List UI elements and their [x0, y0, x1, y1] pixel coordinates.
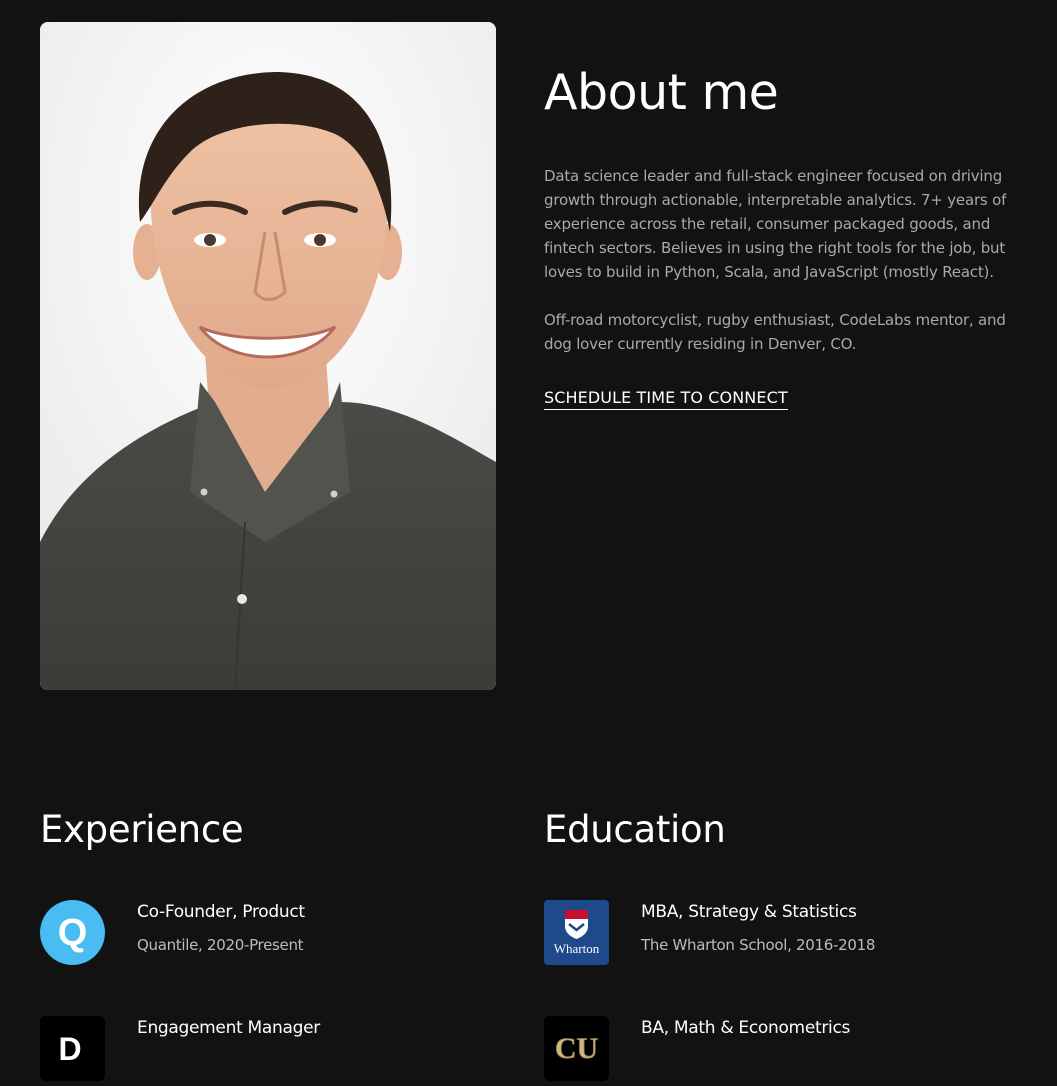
education-item-title: MBA, Strategy & Statistics	[641, 902, 857, 922]
experience-title: Experience	[40, 808, 244, 851]
education-item-subtitle: The Wharton School, 2016-2018	[641, 936, 876, 954]
experience-item-title: Co-Founder, Product	[137, 902, 305, 922]
experience-item-title: Engagement Manager	[137, 1018, 320, 1038]
experience-item-subtitle: Quantile, 2020-Present	[137, 936, 304, 954]
quantile-logo-letter: Q	[58, 912, 88, 954]
experience-item: Q Co-Founder, Product Quantile, 2020-Pre…	[40, 900, 500, 970]
cu-logo-icon: CU	[544, 1016, 609, 1081]
profile-photo	[40, 22, 496, 690]
schedule-connect-link[interactable]: SCHEDULE TIME TO CONNECT	[544, 388, 788, 410]
company-d-logo-letter: D	[58, 1031, 81, 1067]
education-item-title: BA, Math & Econometrics	[641, 1018, 851, 1038]
wharton-logo-text: Wharton	[554, 941, 600, 956]
about-title: About me	[544, 64, 779, 121]
experience-item: D Engagement Manager	[40, 1016, 500, 1086]
quantile-logo-icon: Q	[40, 900, 105, 965]
about-paragraph-1: Data science leader and full-stack engin…	[544, 167, 1007, 281]
about-paragraph-2: Off-road motorcyclist, rugby enthusiast,…	[544, 311, 1006, 353]
education-item: Wharton MBA, Strategy & Statistics The W…	[544, 900, 1004, 970]
cu-logo-text: CU	[555, 1032, 598, 1065]
company-d-logo-icon: D	[40, 1016, 105, 1081]
wharton-logo-icon: Wharton	[544, 900, 609, 965]
education-title: Education	[544, 808, 726, 851]
education-item: CU BA, Math & Econometrics	[544, 1016, 1004, 1086]
about-section: About me Data science leader and full-st…	[544, 60, 1014, 410]
